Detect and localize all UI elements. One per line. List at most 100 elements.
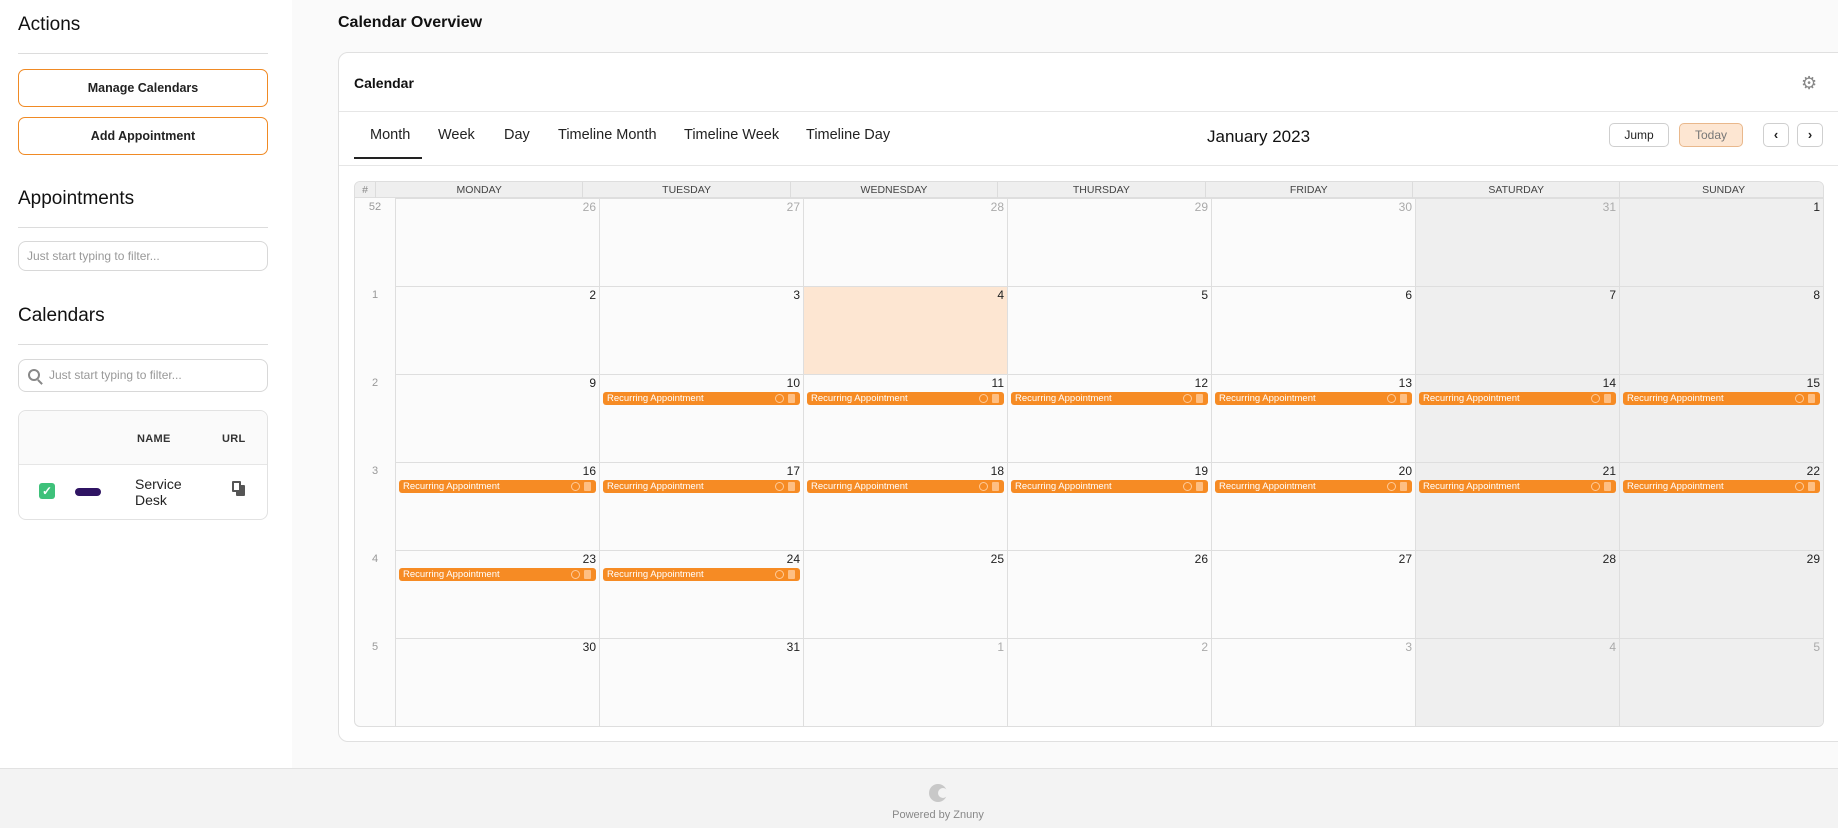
day-number: 1 bbox=[997, 640, 1004, 654]
day-cell[interactable]: 29 bbox=[1007, 198, 1211, 286]
day-cell[interactable]: 13 Recurring Appointment bbox=[1211, 374, 1415, 462]
day-cell[interactable]: 3 bbox=[1211, 638, 1415, 726]
tab-day[interactable]: Day bbox=[504, 127, 530, 143]
appointment-event[interactable]: Recurring Appointment bbox=[1419, 480, 1616, 493]
day-cell[interactable]: 28 bbox=[803, 198, 1007, 286]
appointment-event[interactable]: Recurring Appointment bbox=[807, 392, 1004, 405]
add-appointment-button[interactable]: Add Appointment bbox=[18, 117, 268, 155]
day-cell[interactable]: 28 bbox=[1415, 550, 1619, 638]
appointment-event[interactable]: Recurring Appointment bbox=[399, 568, 596, 581]
day-cell[interactable]: 20 Recurring Appointment bbox=[1211, 462, 1415, 550]
week-number[interactable]: 2 bbox=[355, 377, 395, 389]
day-cell[interactable]: 30 bbox=[1211, 198, 1415, 286]
notification-icon bbox=[1808, 482, 1815, 491]
day-cell[interactable]: 4 bbox=[803, 286, 1007, 374]
calendar-checkbox[interactable]: ✓ bbox=[39, 483, 55, 499]
day-cell[interactable]: 21 Recurring Appointment bbox=[1415, 462, 1619, 550]
manage-calendars-button[interactable]: Manage Calendars bbox=[18, 69, 268, 107]
divider bbox=[18, 53, 268, 54]
day-cell[interactable]: 18 Recurring Appointment bbox=[803, 462, 1007, 550]
tab-timeline-month[interactable]: Timeline Month bbox=[558, 127, 657, 143]
day-cell[interactable]: 14 Recurring Appointment bbox=[1415, 374, 1619, 462]
day-cell[interactable]: 17 Recurring Appointment bbox=[599, 462, 803, 550]
day-cell[interactable]: 3 bbox=[599, 286, 803, 374]
day-cell[interactable]: 30 bbox=[395, 638, 599, 726]
day-number: 15 bbox=[1806, 376, 1820, 390]
day-cell[interactable]: 26 bbox=[1007, 550, 1211, 638]
day-cell[interactable]: 16 Recurring Appointment bbox=[395, 462, 599, 550]
day-number: 22 bbox=[1806, 464, 1820, 478]
day-cell[interactable]: 24 Recurring Appointment bbox=[599, 550, 803, 638]
day-cell[interactable]: 31 bbox=[1415, 198, 1619, 286]
tab-week[interactable]: Week bbox=[438, 127, 475, 143]
day-cell[interactable]: 4 bbox=[1415, 638, 1619, 726]
card-title: Calendar bbox=[354, 75, 414, 91]
appointment-event[interactable]: Recurring Appointment bbox=[807, 480, 1004, 493]
day-cell[interactable]: 1 bbox=[1619, 198, 1823, 286]
day-cell[interactable]: 9 bbox=[395, 374, 599, 462]
week-number[interactable]: 1 bbox=[355, 289, 395, 301]
day-cell[interactable]: 2 bbox=[1007, 638, 1211, 726]
gear-icon[interactable]: ⚙ bbox=[1801, 74, 1817, 92]
day-header-saturday: SATURDAY bbox=[1412, 182, 1619, 198]
chevron-left-icon[interactable]: ‹ bbox=[1763, 123, 1789, 147]
day-cell[interactable]: 31 bbox=[599, 638, 803, 726]
day-cell[interactable]: 26 bbox=[395, 198, 599, 286]
notification-icon bbox=[1604, 482, 1611, 491]
day-number: 23 bbox=[582, 552, 596, 566]
day-cell[interactable]: 12 Recurring Appointment bbox=[1007, 374, 1211, 462]
tab-timeline-week[interactable]: Timeline Week bbox=[684, 127, 779, 143]
week-number[interactable]: 52 bbox=[355, 201, 395, 213]
recurring-icon bbox=[1183, 394, 1192, 403]
tab-timeline-day[interactable]: Timeline Day bbox=[806, 127, 890, 143]
week-number[interactable]: 4 bbox=[355, 553, 395, 565]
notification-icon bbox=[1196, 482, 1203, 491]
appointment-event[interactable]: Recurring Appointment bbox=[1011, 392, 1208, 405]
appointment-title: Recurring Appointment bbox=[1015, 393, 1112, 404]
appointment-event[interactable]: Recurring Appointment bbox=[603, 392, 800, 405]
appointment-event[interactable]: Recurring Appointment bbox=[603, 480, 800, 493]
day-cell[interactable]: 22 Recurring Appointment bbox=[1619, 462, 1823, 550]
day-cell[interactable]: 7 bbox=[1415, 286, 1619, 374]
appointment-event[interactable]: Recurring Appointment bbox=[1011, 480, 1208, 493]
tab-month[interactable]: Month bbox=[370, 127, 410, 143]
day-cell[interactable]: 2 bbox=[395, 286, 599, 374]
day-cell[interactable]: 23 Recurring Appointment bbox=[395, 550, 599, 638]
chevron-right-icon[interactable]: › bbox=[1797, 123, 1823, 147]
calendars-filter-input[interactable]: Just start typing to filter... bbox=[18, 359, 268, 392]
notification-icon bbox=[1808, 394, 1815, 403]
day-cell[interactable]: 11 Recurring Appointment bbox=[803, 374, 1007, 462]
appointment-event[interactable]: Recurring Appointment bbox=[1623, 480, 1820, 493]
day-number: 9 bbox=[589, 376, 596, 390]
recurring-icon bbox=[1591, 482, 1600, 491]
appointment-title: Recurring Appointment bbox=[1015, 481, 1112, 492]
week-number[interactable]: 3 bbox=[355, 465, 395, 477]
day-cell[interactable]: 19 Recurring Appointment bbox=[1007, 462, 1211, 550]
recurring-icon bbox=[1387, 394, 1396, 403]
day-cell[interactable]: 27 bbox=[599, 198, 803, 286]
calendar-color-swatch bbox=[75, 488, 101, 496]
appointment-event[interactable]: Recurring Appointment bbox=[399, 480, 596, 493]
appointment-event[interactable]: Recurring Appointment bbox=[1215, 480, 1412, 493]
day-number: 5 bbox=[1201, 288, 1208, 302]
day-cell[interactable]: 25 bbox=[803, 550, 1007, 638]
day-cell[interactable]: 27 bbox=[1211, 550, 1415, 638]
appointment-event[interactable]: Recurring Appointment bbox=[603, 568, 800, 581]
day-cell[interactable]: 5 bbox=[1619, 638, 1823, 726]
appointment-event[interactable]: Recurring Appointment bbox=[1623, 392, 1820, 405]
day-cell[interactable]: 8 bbox=[1619, 286, 1823, 374]
week-number[interactable]: 5 bbox=[355, 641, 395, 653]
appointment-event[interactable]: Recurring Appointment bbox=[1215, 392, 1412, 405]
day-cell[interactable]: 6 bbox=[1211, 286, 1415, 374]
copy-icon[interactable] bbox=[232, 481, 245, 496]
appointment-event[interactable]: Recurring Appointment bbox=[1419, 392, 1616, 405]
appointments-filter-input[interactable]: Just start typing to filter... bbox=[18, 241, 268, 271]
today-button[interactable]: Today bbox=[1679, 123, 1743, 147]
day-cell[interactable]: 10 Recurring Appointment bbox=[599, 374, 803, 462]
day-cell[interactable]: 29 bbox=[1619, 550, 1823, 638]
notification-icon bbox=[1196, 394, 1203, 403]
day-cell[interactable]: 1 bbox=[803, 638, 1007, 726]
day-cell[interactable]: 15 Recurring Appointment bbox=[1619, 374, 1823, 462]
day-cell[interactable]: 5 bbox=[1007, 286, 1211, 374]
jump-button[interactable]: Jump bbox=[1609, 123, 1669, 147]
